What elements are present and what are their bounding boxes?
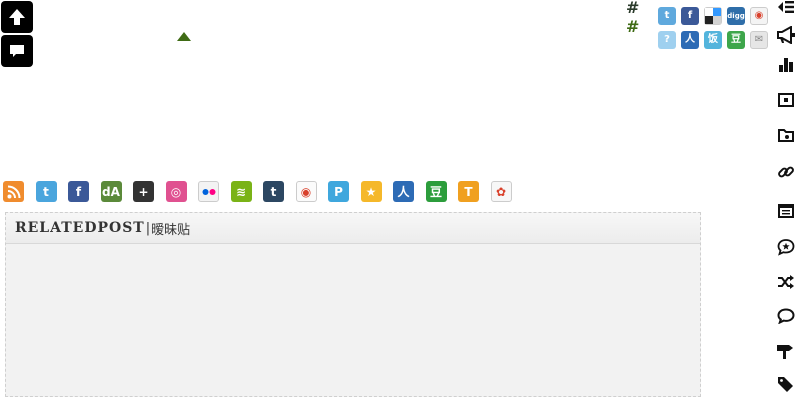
share-row: ? 人 饭 豆 ✉ xyxy=(658,31,770,49)
hash-link[interactable]: # xyxy=(626,0,639,16)
rail-signpost[interactable] xyxy=(772,341,800,361)
social-xianguo[interactable]: ✿ xyxy=(490,181,512,202)
hash-link[interactable]: # xyxy=(626,19,639,35)
google-plus-icon: + xyxy=(138,184,149,199)
social-spotify[interactable]: ≋ xyxy=(230,181,252,202)
share-douban[interactable]: 豆 xyxy=(727,31,745,49)
rail-collapse[interactable] xyxy=(772,0,800,17)
qzone-icon: ★ xyxy=(365,184,377,199)
rail-links[interactable] xyxy=(772,162,800,182)
signpost-icon xyxy=(777,345,793,359)
shuffle-icon xyxy=(778,275,794,289)
comment-icon xyxy=(10,45,24,57)
social-weibo[interactable]: ◉ xyxy=(295,181,317,202)
share-fanfou[interactable]: 饭 xyxy=(704,31,722,49)
renren-icon: 人 xyxy=(685,34,695,45)
related-posts-body xyxy=(6,244,700,397)
folder-icon xyxy=(778,129,794,142)
pin-icon: P xyxy=(334,184,343,199)
link-icon xyxy=(778,166,794,178)
rail-layout[interactable] xyxy=(772,90,800,110)
share-email[interactable]: ✉ xyxy=(750,31,768,49)
back-to-top-button[interactable] xyxy=(1,1,33,33)
rss-icon xyxy=(7,185,20,198)
renren-icon: 人 xyxy=(397,184,410,199)
social-rss[interactable] xyxy=(3,181,24,202)
dribbble-icon: ◎ xyxy=(170,184,182,199)
social-douban[interactable]: 豆 xyxy=(425,181,447,202)
spotify-icon: ≋ xyxy=(235,184,247,199)
social-tianya[interactable]: T xyxy=(458,181,479,202)
mail-icon: ✉ xyxy=(754,34,764,45)
share-facebook[interactable]: f xyxy=(681,7,699,25)
share-help[interactable]: ? xyxy=(658,31,676,49)
related-posts-header: RELATEDPOST | 暧昧贴 xyxy=(6,213,700,244)
rail-announcement[interactable] xyxy=(772,25,800,45)
xianguo-icon: ✿ xyxy=(495,184,507,199)
twitter-icon: t xyxy=(43,184,49,199)
related-posts-separator: | xyxy=(145,220,151,236)
flickr-icon xyxy=(202,188,215,195)
rail-random[interactable] xyxy=(772,272,800,292)
related-posts-box: RELATEDPOST | 暧昧贴 xyxy=(5,212,701,397)
related-posts-subtitle: 暧昧贴 xyxy=(151,222,191,238)
share-renren[interactable]: 人 xyxy=(681,31,699,49)
share-row: t f digg ◉ xyxy=(658,7,770,25)
calendar-icon xyxy=(778,204,794,218)
social-qzone[interactable]: ★ xyxy=(360,181,382,202)
share-delicious[interactable] xyxy=(704,7,722,25)
megaphone-icon xyxy=(777,26,795,44)
rail-calendar[interactable] xyxy=(772,201,800,221)
douban-icon: 豆 xyxy=(731,34,741,45)
arrow-up-icon xyxy=(9,9,25,25)
rail-comments[interactable] xyxy=(772,306,800,326)
tumblr-icon: t xyxy=(270,184,277,199)
question-icon: ? xyxy=(664,34,670,45)
facebook-icon: f xyxy=(75,184,82,199)
social-facebook[interactable]: f xyxy=(68,181,89,202)
tag-icon xyxy=(778,377,793,392)
delicious-icon xyxy=(705,8,721,24)
social-tumblr[interactable]: t xyxy=(263,181,284,202)
social-googleplus[interactable]: + xyxy=(133,181,154,202)
twitter-icon: t xyxy=(664,10,670,21)
social-icon-bar: t f dA + ◎ ≋ t ◉ P ★ 人 豆 T ✿ xyxy=(3,181,523,202)
rail-featured[interactable] xyxy=(772,237,800,257)
share-digg[interactable]: digg xyxy=(727,7,745,25)
tianya-icon: T xyxy=(464,184,473,199)
weibo-icon: ◉ xyxy=(300,184,312,199)
comment-button[interactable] xyxy=(1,35,33,67)
social-flickr[interactable] xyxy=(198,181,219,202)
weibo-icon: ◉ xyxy=(754,10,764,21)
bar-chart-icon xyxy=(779,58,793,72)
related-posts-title: RELATEDPOST xyxy=(15,220,145,236)
window-icon xyxy=(778,93,794,107)
speech-bubble-icon xyxy=(777,308,795,324)
facebook-icon: f xyxy=(687,10,693,21)
share-twitter[interactable]: t xyxy=(658,7,676,25)
social-deviantart[interactable]: dA xyxy=(100,181,122,202)
collapse-menu-icon xyxy=(778,1,794,13)
social-dribbble[interactable]: ◎ xyxy=(165,181,187,202)
social-twitter[interactable]: t xyxy=(35,181,57,202)
social-pinterest[interactable]: P xyxy=(328,181,349,202)
expand-triangle-icon[interactable] xyxy=(177,32,191,41)
deviantart-icon: dA xyxy=(102,184,120,199)
rail-archive[interactable] xyxy=(772,125,800,145)
share-weibo[interactable]: ◉ xyxy=(750,7,768,25)
social-renren[interactable]: 人 xyxy=(393,181,414,202)
share-grid: t f digg ◉ ? 人 饭 豆 ✉ xyxy=(658,7,770,55)
fanfou-icon: 饭 xyxy=(708,34,718,45)
douban-icon: 豆 xyxy=(429,184,442,199)
star-comment-icon xyxy=(777,239,795,256)
digg-icon: digg xyxy=(727,11,745,20)
rail-stats[interactable] xyxy=(772,54,800,74)
rail-tags[interactable] xyxy=(772,374,800,394)
